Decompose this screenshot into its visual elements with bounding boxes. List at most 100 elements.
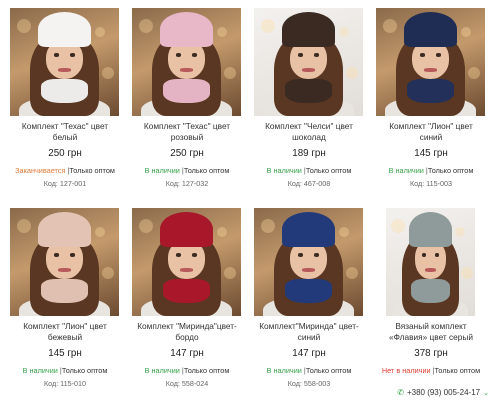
model-eye	[69, 253, 76, 257]
stock-status: В наличии	[266, 366, 302, 375]
model-lips	[423, 68, 438, 72]
scarf-graphic	[410, 279, 451, 304]
hat-graphic	[38, 212, 91, 247]
product-title-line1[interactable]: Комплект"Миринда" цвет-	[250, 321, 368, 332]
product-title[interactable]: Комплект "Миринда"цвет- бордо	[128, 321, 246, 343]
phone-contact[interactable]: ✆ +380 (93) 005-24-17 ⌄	[397, 388, 489, 397]
product-title[interactable]: Комплект "Челси" цвет шоколад	[250, 121, 368, 143]
product-title-line1[interactable]: Комплект "Челси" цвет	[250, 121, 368, 132]
product-title-line1[interactable]: Комплект "Лион" цвет	[372, 121, 490, 132]
product-photo[interactable]	[132, 208, 241, 316]
model-lips	[57, 68, 72, 72]
product-title[interactable]: Комплект"Миринда" цвет- синий	[250, 321, 368, 343]
wholesale-label: Только оптом	[427, 166, 474, 175]
model-eye	[53, 53, 60, 57]
stock-info: В наличии |Только оптом	[248, 166, 370, 175]
product-title[interactable]: Комплект "Техас" цвет розовый	[128, 121, 246, 143]
model-lips	[179, 68, 194, 72]
product-card[interactable]: Комплект "Техас" цвет розовый 250 грн В …	[126, 4, 248, 204]
product-card[interactable]: Комплект "Лион" цвет бежевый 145 грн В н…	[4, 204, 126, 404]
chevron-down-icon[interactable]: ⌄	[483, 389, 489, 397]
product-title-line2[interactable]: синий	[250, 332, 368, 343]
scarf-graphic	[162, 279, 211, 304]
product-photo[interactable]	[254, 208, 363, 316]
product-price: 147 грн	[292, 348, 326, 359]
product-row: Комплект "Лион" цвет бежевый 145 грн В н…	[4, 204, 492, 404]
stock-status: В наличии	[144, 366, 180, 375]
product-title-line1[interactable]: Комплект "Миринда"цвет-	[128, 321, 246, 332]
product-card[interactable]: Комплект "Лион" цвет синий 145 грн В нал…	[370, 4, 492, 204]
model-eye	[175, 53, 182, 57]
stock-status: В наличии	[388, 166, 424, 175]
model-eye	[297, 53, 304, 57]
model-eye	[191, 53, 198, 57]
wholesale-label: Только оптом	[183, 166, 230, 175]
product-title[interactable]: Вязаный комплект «Флавия» цвет серый	[372, 321, 490, 343]
product-title[interactable]: Комплект "Техас" цвет белый	[6, 121, 124, 143]
wholesale-label: Только оптом	[183, 366, 230, 375]
stock-status: Нет в наличии	[381, 366, 431, 375]
model-eye	[419, 53, 426, 57]
product-card[interactable]: Вязаный комплект «Флавия» цвет серый 378…	[370, 204, 492, 404]
product-title-line2[interactable]: бежевый	[6, 332, 124, 343]
stock-info: В наличии |Только оптом	[248, 366, 370, 375]
product-price: 250 грн	[48, 148, 82, 159]
product-price: 250 грн	[170, 148, 204, 159]
stock-info: В наличии |Только оптом	[126, 366, 248, 375]
product-title-line1[interactable]: Комплект "Техас" цвет	[6, 121, 124, 132]
product-photo[interactable]	[132, 8, 241, 116]
product-photo[interactable]	[386, 208, 475, 316]
product-code: Код: 127-032	[165, 179, 209, 188]
model-lips	[301, 268, 316, 272]
product-title-line2[interactable]: бордо	[128, 332, 246, 343]
model-eye	[175, 253, 182, 257]
product-title[interactable]: Комплект "Лион" цвет синий	[372, 121, 490, 143]
hat-graphic	[409, 212, 452, 247]
stock-status: В наличии	[22, 366, 58, 375]
stock-info: Нет в наличии |Только оптом	[370, 366, 492, 375]
product-title-line1[interactable]: Комплект "Техас" цвет	[128, 121, 246, 132]
product-grid: Комплект "Техас" цвет белый 250 грн Зака…	[4, 4, 492, 404]
product-title-line2[interactable]: шоколад	[250, 132, 368, 143]
hat-graphic	[404, 12, 457, 47]
product-code: Код: 115-010	[43, 379, 87, 388]
model-eye	[434, 253, 440, 257]
stock-status: В наличии	[144, 166, 180, 175]
product-title-line2[interactable]: «Флавия» цвет серый	[372, 332, 490, 343]
product-photo[interactable]	[10, 8, 119, 116]
product-card[interactable]: Комплект "Челси" цвет шоколад 189 грн В …	[248, 4, 370, 204]
hat-graphic	[282, 12, 335, 47]
model-lips	[301, 68, 316, 72]
product-title-line1[interactable]: Вязаный комплект	[372, 321, 490, 332]
product-card[interactable]: Комплект "Миринда"цвет- бордо 147 грн В …	[126, 204, 248, 404]
wholesale-label: Только оптом	[305, 366, 352, 375]
product-title-line2[interactable]: белый	[6, 132, 124, 143]
product-price: 145 грн	[48, 348, 82, 359]
product-photo[interactable]	[10, 208, 119, 316]
hat-graphic	[282, 212, 335, 247]
stock-status: В наличии	[266, 166, 302, 175]
hat-graphic	[160, 212, 213, 247]
product-title-line2[interactable]: розовый	[128, 132, 246, 143]
product-photo[interactable]	[376, 8, 485, 116]
product-title[interactable]: Комплект "Лион" цвет бежевый	[6, 321, 124, 343]
hat-graphic	[38, 12, 91, 47]
product-price: 189 грн	[292, 148, 326, 159]
wholesale-label: Только оптом	[434, 366, 481, 375]
model-eye	[297, 253, 304, 257]
model-eye	[435, 53, 442, 57]
product-card[interactable]: Комплект "Техас" цвет белый 250 грн Зака…	[4, 4, 126, 204]
model-lips	[425, 268, 436, 272]
phone-number[interactable]: +380 (93) 005-24-17	[407, 388, 480, 397]
product-card[interactable]: Комплект"Миринда" цвет- синий 147 грн В …	[248, 204, 370, 404]
scarf-graphic	[406, 79, 455, 104]
product-photo[interactable]	[254, 8, 363, 116]
stock-info: Заканчивается |Только оптом	[4, 166, 126, 175]
stock-info: В наличии |Только оптом	[4, 366, 126, 375]
model-eye	[313, 253, 320, 257]
product-title-line1[interactable]: Комплект "Лион" цвет	[6, 321, 124, 332]
model-lips	[57, 268, 72, 272]
scarf-graphic	[40, 79, 89, 104]
scarf-graphic	[284, 279, 333, 304]
product-title-line2[interactable]: синий	[372, 132, 490, 143]
